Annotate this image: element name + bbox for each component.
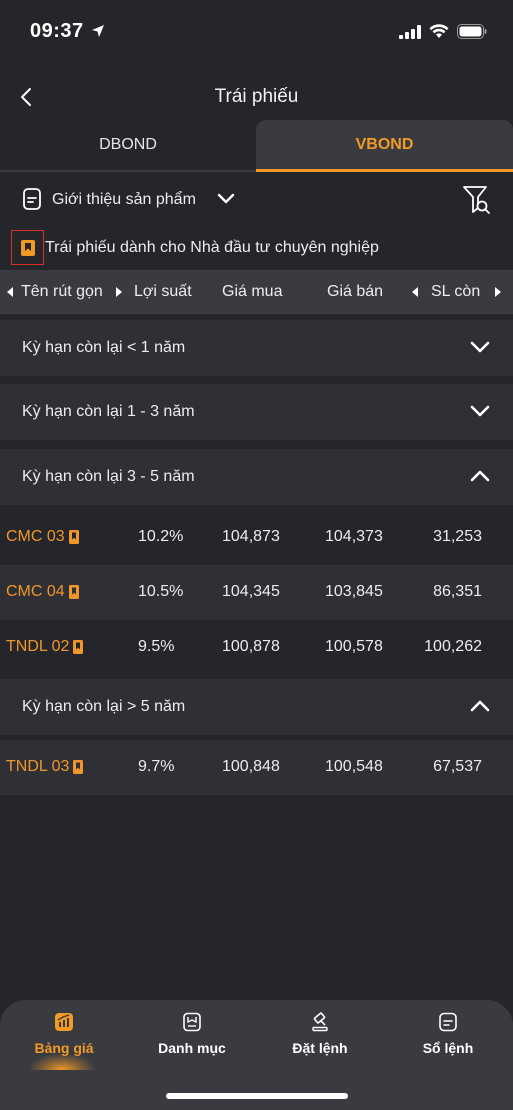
group-label: Kỳ hạn còn lại < 1 năm — [22, 339, 186, 356]
col-yield[interactable]: Lợi suất — [134, 283, 192, 301]
document-icon — [22, 188, 42, 215]
column-header: Tên rút gọn Lợi suất Giá mua Giá bán SL … — [0, 270, 513, 314]
yield-value: 10.5% — [138, 583, 184, 600]
sell-price: 104,373 — [325, 528, 383, 545]
bookmark-icon — [73, 640, 84, 654]
professional-notice-label: Trái phiếu dành cho Nhà đầu tư chuyên ng… — [45, 239, 379, 256]
col-qty[interactable]: SL còn — [431, 283, 480, 301]
col-buy[interactable]: Giá mua — [222, 283, 282, 301]
group-over-5-years[interactable]: Kỳ hạn còn lại > 5 năm — [0, 679, 513, 735]
nav-label: Danh mục — [158, 1040, 226, 1056]
yield-value: 9.7% — [138, 758, 175, 775]
buy-price: 104,873 — [222, 528, 280, 545]
status-icons — [399, 24, 487, 44]
nav-price-board[interactable]: Bảng giá — [14, 1012, 114, 1056]
chevron-down-icon[interactable] — [469, 404, 491, 423]
chevron-down-icon[interactable] — [469, 340, 491, 359]
sell-price: 100,548 — [325, 758, 383, 775]
order-book-icon — [398, 1012, 498, 1034]
nav-label: Đặt lệnh — [292, 1040, 348, 1056]
chevron-up-icon[interactable] — [469, 699, 491, 718]
group-3-5-years[interactable]: Kỳ hạn còn lại 3 - 5 năm — [0, 449, 513, 505]
group-label: Kỳ hạn còn lại 3 - 5 năm — [22, 468, 195, 485]
professional-notice: Trái phiếu dành cho Nhà đầu tư chuyên ng… — [0, 228, 513, 268]
sell-price: 103,845 — [325, 583, 383, 600]
group-label: Kỳ hạn còn lại > 5 năm — [22, 698, 186, 715]
battery-icon — [457, 24, 487, 44]
bookmark-icon — [68, 585, 79, 599]
nav-label: Sổ lệnh — [422, 1040, 474, 1056]
yield-value: 10.2% — [138, 528, 184, 545]
nav-bar: Trái phiếu — [0, 72, 513, 122]
scroll-right-icon[interactable] — [495, 287, 501, 297]
nav-portfolio[interactable]: Danh mục — [142, 1012, 242, 1056]
active-indicator — [30, 1054, 94, 1070]
filter-search-icon[interactable] — [462, 184, 492, 221]
nav-order-book[interactable]: Sổ lệnh — [398, 1012, 498, 1056]
table-row[interactable]: CMC 03 10.2% 104,873 104,373 31,253 — [0, 510, 513, 565]
remaining-qty: 31,253 — [433, 528, 482, 545]
table-row[interactable]: TNDL 02 9.5% 100,878 100,578 100,262 — [0, 620, 513, 675]
buy-price: 100,878 — [222, 638, 280, 655]
bond-code[interactable]: CMC 04 — [6, 583, 79, 601]
chevron-up-icon[interactable] — [469, 469, 491, 488]
group-1-3-years[interactable]: Kỳ hạn còn lại 1 - 3 năm — [0, 384, 513, 440]
table-row[interactable]: CMC 04 10.5% 104,345 103,845 86,351 — [0, 565, 513, 620]
bond-code[interactable]: CMC 03 — [6, 528, 79, 546]
wifi-icon — [429, 24, 449, 44]
buy-price: 100,848 — [222, 758, 280, 775]
page-title: Trái phiếu — [214, 86, 299, 107]
remaining-qty: 67,537 — [433, 758, 482, 775]
remaining-qty: 86,351 — [433, 583, 482, 600]
scroll-left-icon[interactable] — [7, 287, 13, 297]
group-label: Kỳ hạn còn lại 1 - 3 năm — [22, 403, 195, 420]
chevron-down-icon[interactable] — [216, 192, 236, 211]
product-intro-row[interactable]: Giới thiệu sản phẩm — [0, 180, 513, 220]
buy-price: 104,345 — [222, 583, 280, 600]
tab-vbond[interactable]: VBOND — [256, 120, 513, 172]
gavel-icon — [270, 1012, 370, 1034]
tab-bar: DBOND VBOND — [0, 120, 513, 172]
scroll-left-icon[interactable] — [412, 287, 418, 297]
chart-icon — [14, 1012, 114, 1034]
status-time: 09:37 — [30, 20, 84, 42]
bond-code[interactable]: TNDL 03 — [6, 758, 84, 776]
table-row[interactable]: TNDL 03 9.7% 100,848 100,548 67,537 — [0, 740, 513, 795]
nav-place-order[interactable]: Đặt lệnh — [270, 1012, 370, 1056]
tab-dbond[interactable]: DBOND — [0, 120, 256, 172]
col-sell[interactable]: Giá bán — [327, 283, 383, 301]
signal-icon — [399, 24, 421, 44]
portfolio-icon — [142, 1012, 242, 1034]
yield-value: 9.5% — [138, 638, 175, 655]
home-indicator[interactable] — [166, 1093, 348, 1099]
bond-code[interactable]: TNDL 02 — [6, 638, 84, 656]
location-arrow-icon — [91, 24, 105, 43]
product-intro-label: Giới thiệu sản phẩm — [52, 191, 196, 208]
sell-price: 100,578 — [325, 638, 383, 655]
status-bar: 09:37 — [0, 0, 513, 60]
remaining-qty: 100,262 — [424, 638, 482, 655]
scroll-right-icon[interactable] — [116, 287, 122, 297]
bookmark-icon — [11, 230, 44, 265]
bookmark-icon — [68, 530, 79, 544]
col-code[interactable]: Tên rút gọn — [21, 283, 103, 301]
bookmark-icon — [73, 760, 84, 774]
group-under-1-year[interactable]: Kỳ hạn còn lại < 1 năm — [0, 320, 513, 376]
